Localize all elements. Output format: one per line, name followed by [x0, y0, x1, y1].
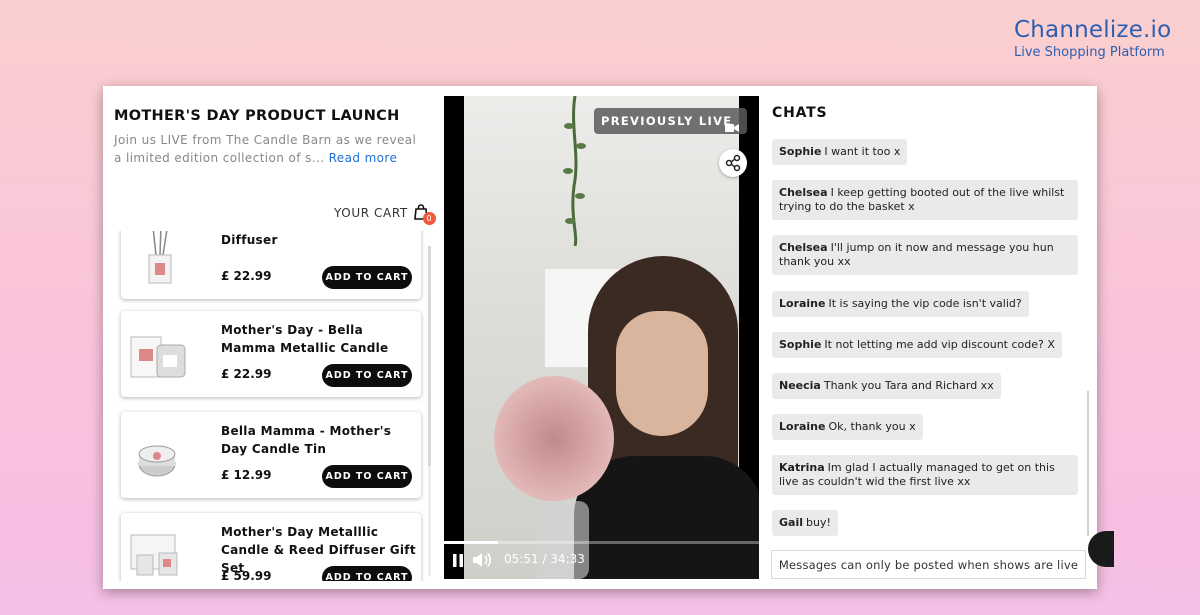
- time-separator: /: [542, 552, 547, 566]
- show-title: MOTHER'S DAY PRODUCT LAUNCH: [114, 108, 400, 124]
- previously-live-badge: PREVIOUSLY LIVE: [594, 108, 747, 134]
- product-name[interactable]: Bella Mamma - Mother's Day Candle Tin: [221, 422, 416, 458]
- shopping-bag-icon: 0: [413, 204, 436, 225]
- product-image[interactable]: [129, 424, 189, 486]
- chat-username: Neecia: [779, 379, 821, 392]
- chat-message: Katrina Im glad I actually managed to get…: [772, 455, 1078, 495]
- chat-message: Gail buy!: [772, 510, 838, 536]
- brand-name: Channelize.io: [1014, 17, 1172, 43]
- flower: [494, 376, 614, 501]
- video-player[interactable]: PREVIOUSLY LIVE 05:51 / 34:33: [444, 96, 759, 579]
- product-name[interactable]: Mother's Day - Bella Mamma Metallic Cand…: [221, 321, 416, 357]
- current-time: 05:51: [504, 552, 539, 566]
- chat-message: Chelsea I keep getting booted out of the …: [772, 180, 1078, 220]
- add-to-cart-button[interactable]: ADD TO CART: [322, 364, 412, 387]
- chat-text: buy!: [806, 516, 831, 529]
- product-list: Diffuser £ 22.99 ADD TO CART Mother's Da…: [117, 231, 429, 581]
- vase: [534, 501, 589, 579]
- chat-message: Loraine It is saying the vip code isn't v…: [772, 291, 1029, 317]
- cart-count-badge: 0: [422, 212, 436, 225]
- product-card: Mother's Day - Bella Mamma Metallic Cand…: [121, 311, 421, 397]
- chat-message: Neecia Thank you Tara and Richard xx: [772, 373, 1001, 399]
- cart-label: YOUR CART: [334, 206, 408, 220]
- volume-icon[interactable]: [472, 552, 492, 568]
- chat-username: Chelsea: [779, 241, 828, 254]
- chat-text: It not letting me add vip discount code?…: [824, 338, 1055, 351]
- product-card: Diffuser £ 22.99 ADD TO CART: [121, 231, 421, 299]
- chat-username: Loraine: [779, 297, 826, 310]
- share-icon: [725, 154, 741, 172]
- chat-username: Loraine: [779, 420, 826, 433]
- read-more-link[interactable]: Read more: [329, 151, 398, 165]
- chat-username: Katrina: [779, 461, 825, 474]
- presenter-face: [616, 311, 708, 436]
- chat-text: I want it too x: [824, 145, 901, 158]
- product-card: Bella Mamma - Mother's Day Candle Tin £ …: [121, 412, 421, 498]
- chat-title: CHATS: [772, 105, 828, 121]
- add-to-cart-button[interactable]: ADD TO CART: [322, 266, 412, 289]
- chat-text: Thank you Tara and Richard xx: [823, 379, 994, 392]
- chat-username: Gail: [779, 516, 803, 529]
- chat-panel: CHATS Sophie I want it too x Chelsea I kee…: [771, 86, 1097, 589]
- product-panel: MOTHER'S DAY PRODUCT LAUNCH Join us LIVE…: [103, 86, 443, 589]
- product-card: Mother's Day Metalllic Candle & Reed Dif…: [121, 513, 421, 581]
- product-price: £ 12.99: [221, 468, 272, 482]
- chat-message: Sophie It not letting me add vip discount…: [772, 332, 1062, 358]
- chat-message: Chelsea I'll jump on it now and message y…: [772, 235, 1078, 275]
- previously-live-label: PREVIOUSLY LIVE: [601, 114, 733, 128]
- product-price: £ 59.99: [221, 569, 272, 581]
- add-to-cart-button[interactable]: ADD TO CART: [322, 566, 412, 581]
- share-button[interactable]: [719, 149, 747, 177]
- chat-text: Ok, thank you x: [828, 420, 916, 433]
- product-image[interactable]: [129, 231, 189, 287]
- chat-username: Chelsea: [779, 186, 828, 199]
- hanging-plant: [560, 96, 590, 247]
- cart-button[interactable]: YOUR CART 0: [334, 204, 436, 225]
- chat-username: Sophie: [779, 145, 822, 158]
- chat-message: Sophie I want it too x: [772, 139, 908, 165]
- live-shopping-widget: MOTHER'S DAY PRODUCT LAUNCH Join us LIVE…: [103, 86, 1097, 589]
- chat-username: Sophie: [779, 338, 822, 351]
- video-frame: [464, 96, 759, 579]
- chat-message: Loraine Ok, thank you x: [772, 414, 923, 440]
- brand-tagline: Live Shopping Platform: [1014, 45, 1165, 60]
- product-image[interactable]: [129, 525, 189, 581]
- duration: 34:33: [550, 552, 585, 566]
- chat-input-notice[interactable]: Messages can only be posted when shows a…: [771, 550, 1086, 579]
- add-to-cart-button[interactable]: ADD TO CART: [322, 465, 412, 488]
- show-description: Join us LIVE from The Candle Barn as we …: [114, 131, 424, 167]
- pause-icon[interactable]: [452, 554, 464, 567]
- chat-text: It is saying the vip code isn't valid?: [828, 297, 1022, 310]
- chat-scrollbar[interactable]: [1087, 391, 1089, 536]
- product-image[interactable]: [129, 323, 189, 385]
- product-price: £ 22.99: [221, 367, 272, 381]
- brand-logo: Channelize.io Live Shopping Platform: [1014, 16, 1194, 60]
- video-progress-fill[interactable]: [444, 541, 498, 544]
- video-camera-icon: [725, 116, 739, 132]
- product-price: £ 22.99: [221, 269, 272, 283]
- video-time: 05:51 / 34:33: [504, 552, 585, 566]
- product-name[interactable]: Diffuser: [221, 231, 416, 249]
